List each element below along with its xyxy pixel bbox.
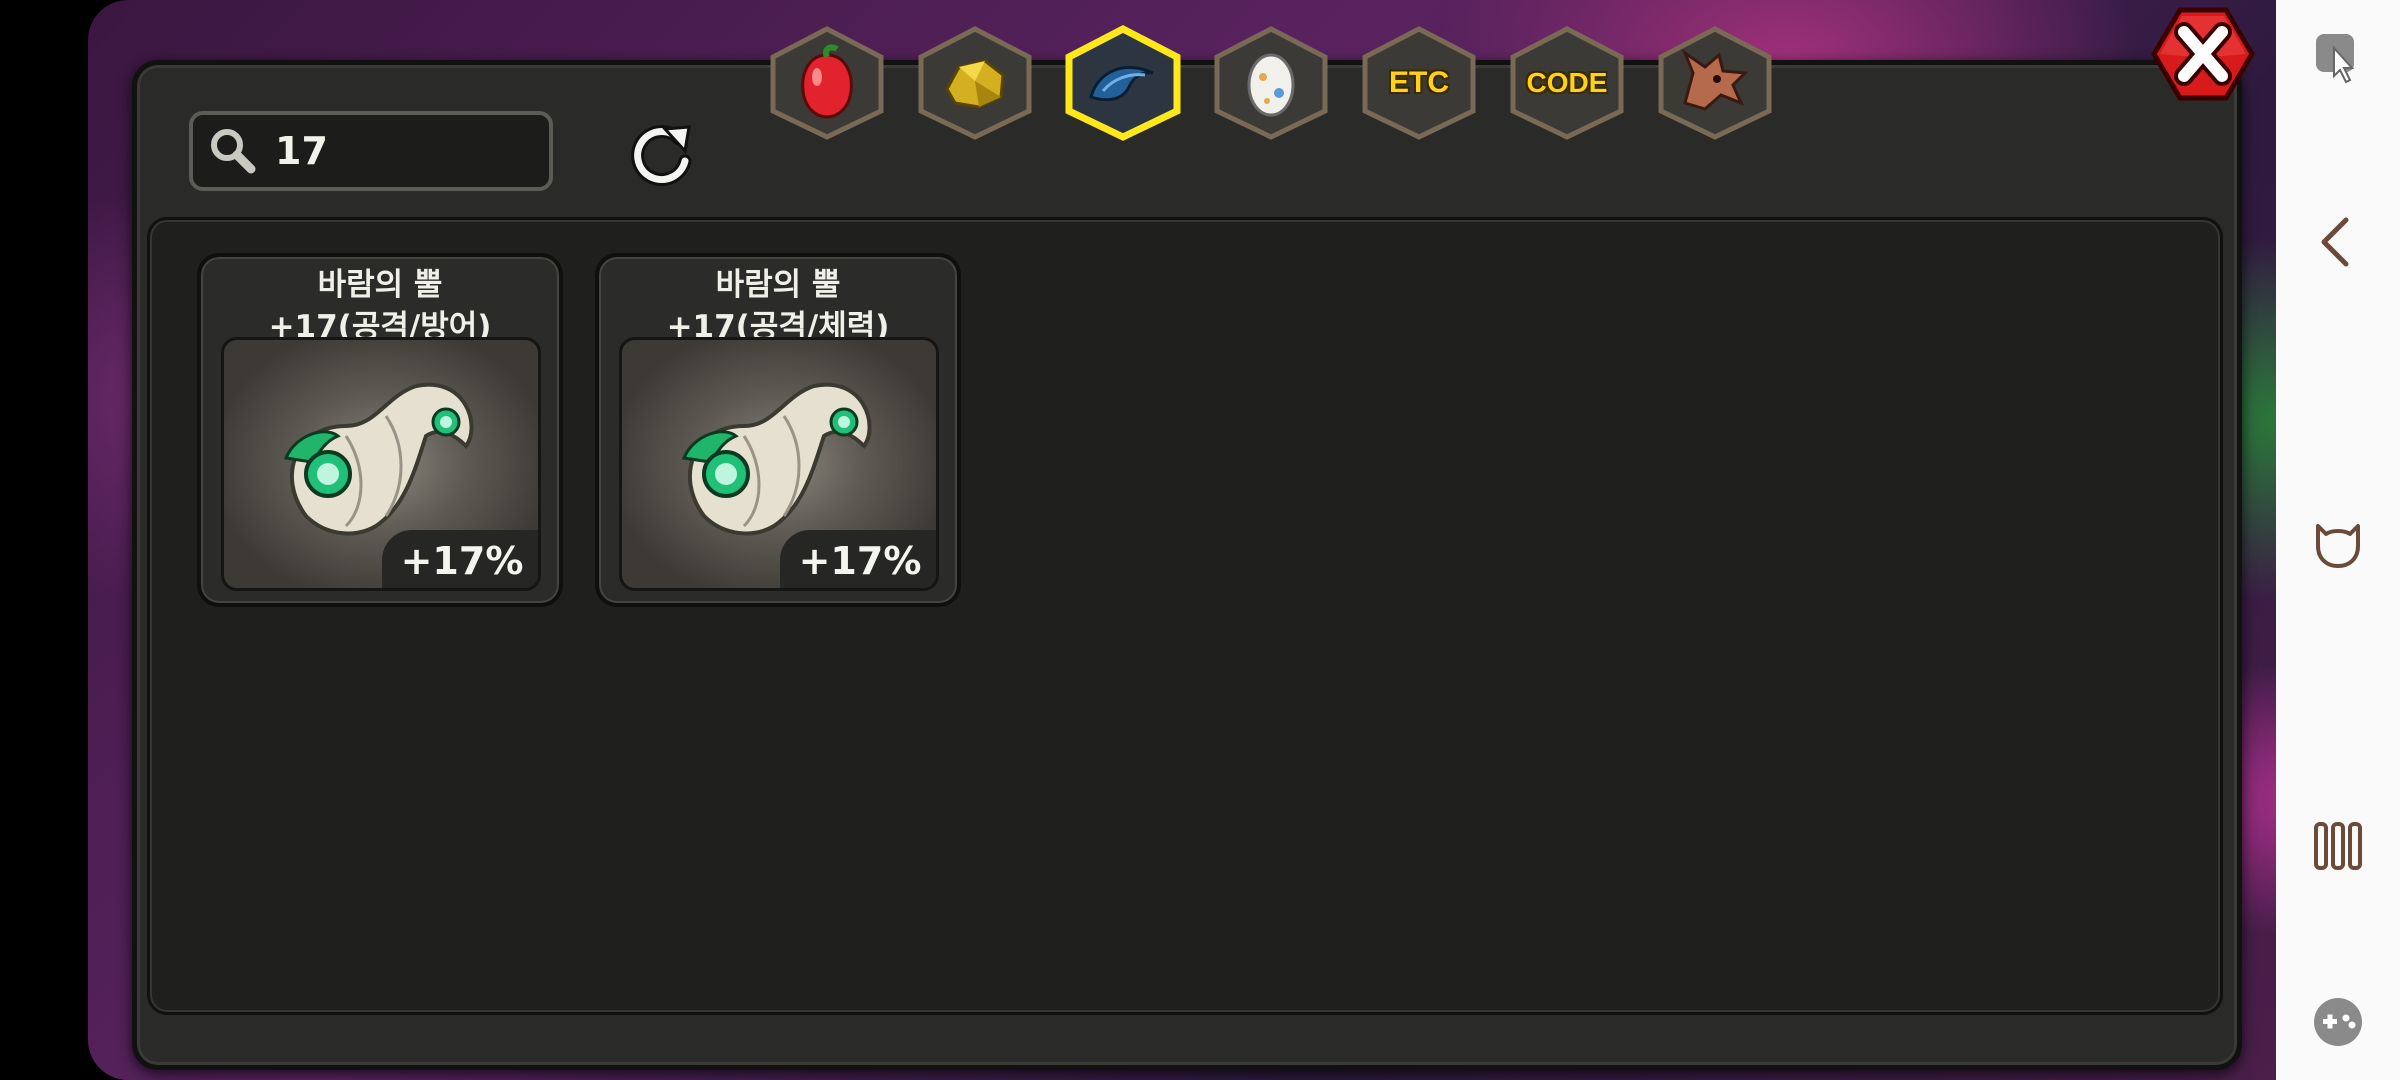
gamepad-button[interactable]: [2308, 992, 2368, 1052]
search-field[interactable]: 17: [189, 111, 553, 191]
item-name: 바람의 뿔: [715, 267, 841, 303]
wind-horn-icon: [681, 382, 872, 536]
home-button[interactable]: [2308, 512, 2368, 572]
search-input-value[interactable]: 17: [275, 129, 328, 173]
menu-bars-icon: [2314, 822, 2362, 870]
tab-ore[interactable]: [915, 25, 1035, 141]
tab-egg[interactable]: [1211, 25, 1331, 141]
cat-face-icon: [2316, 524, 2360, 568]
item-name: 바람의 뿔: [317, 267, 443, 303]
recents-button[interactable]: [2308, 816, 2368, 876]
tab-ore-label: [915, 25, 1035, 141]
gamepad-icon: [2314, 998, 2362, 1046]
touch-button[interactable]: [2308, 28, 2368, 88]
close-button[interactable]: [2150, 6, 2256, 102]
refresh-icon: [631, 125, 692, 187]
back-button[interactable]: [2308, 212, 2368, 272]
item-card[interactable]: 바람의 뿔 +17(공격/방어) +17%: [197, 253, 563, 607]
tab-code-label: CODE: [1526, 67, 1608, 98]
refresh-button[interactable]: [627, 119, 697, 189]
search-icon: [193, 115, 263, 187]
tab-horn[interactable]: [1063, 25, 1183, 141]
tab-dragon[interactable]: [1655, 25, 1775, 141]
tab-fruit[interactable]: [767, 25, 887, 141]
tab-dragon-label: [1655, 25, 1775, 141]
wind-horn-icon: [283, 382, 474, 536]
item-image: +17%: [221, 337, 541, 591]
item-image: +17%: [619, 337, 939, 591]
back-chevron-icon: [2321, 217, 2349, 267]
tab-fruit-label: [767, 25, 887, 141]
touch-icon: [2316, 34, 2355, 84]
tab-etc[interactable]: ETC: [1359, 25, 1479, 141]
item-bonus-badge: +17%: [780, 530, 936, 588]
close-icon: [2151, 7, 2255, 101]
tab-horn-label: [1063, 25, 1183, 141]
item-panel: 17 ETC CODE 바람의 뿔 +17(공격/방어) +17% 바람의 뿔 …: [132, 25, 2242, 1070]
item-bonus-badge: +17%: [382, 530, 538, 588]
item-card[interactable]: 바람의 뿔 +17(공격/체력) +17%: [595, 253, 961, 607]
emulator-side-bar: [2276, 0, 2400, 1080]
tab-egg-label: [1211, 25, 1331, 141]
tab-code[interactable]: CODE: [1507, 25, 1627, 141]
tab-etc-label: ETC: [1389, 66, 1449, 99]
